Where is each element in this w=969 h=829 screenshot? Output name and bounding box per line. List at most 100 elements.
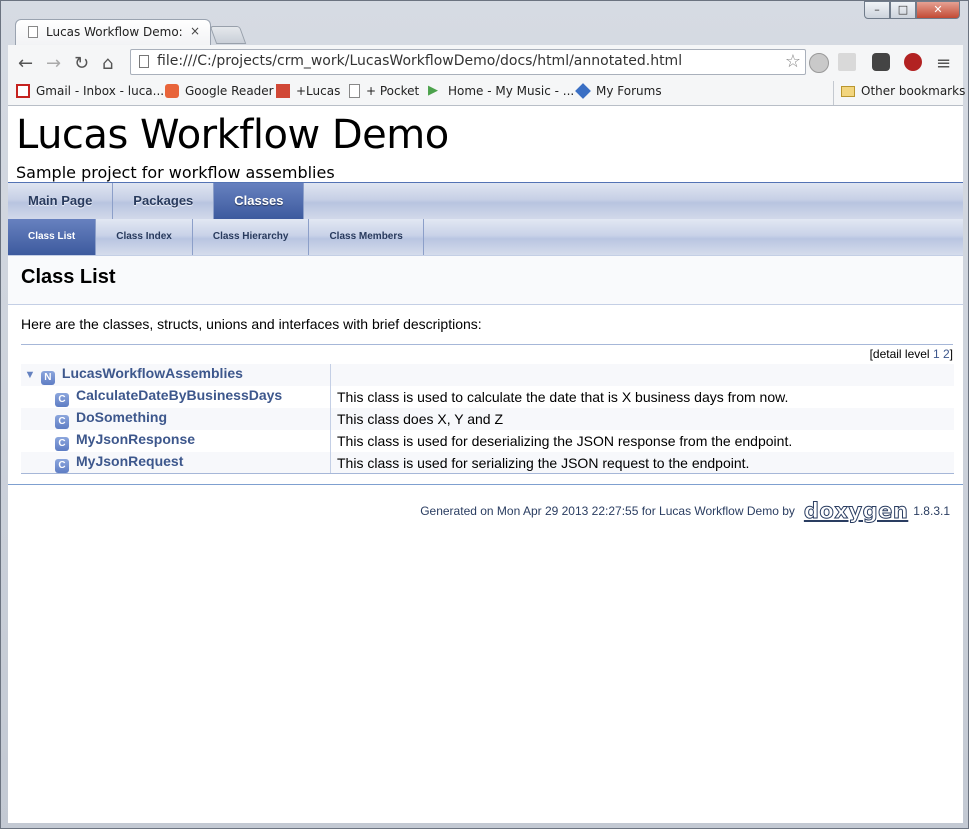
class-description: This class is used for serializing the J… — [330, 452, 954, 474]
doxygen-logo[interactable]: doxygen — [803, 499, 908, 524]
bookmark-label: Home - My Music - ... — [448, 84, 575, 98]
class-link[interactable]: MyJsonResponse — [76, 431, 195, 447]
class-description: This class is used for deserializing the… — [337, 433, 793, 449]
other-bookmarks-label: Other bookmarks — [861, 84, 966, 98]
class-description: This class does X, Y and Z — [330, 408, 954, 430]
bookmark-pocket[interactable]: + Pocket — [349, 84, 419, 98]
pocket-icon[interactable] — [872, 53, 890, 71]
bookmark-gmail[interactable]: Gmail - Inbox - luca... — [16, 84, 164, 98]
class-entry: C MyJsonResponse — [21, 430, 331, 452]
detail-level-2-link[interactable]: 2 — [943, 347, 950, 361]
gmail-icon — [16, 84, 30, 98]
tab-close-icon[interactable]: × — [190, 24, 200, 38]
reload-icon[interactable]: ↻ — [74, 53, 89, 74]
google-reader-icon — [165, 84, 179, 98]
class-entry: C DoSomething — [21, 408, 331, 430]
class-list-table: ▼ N LucasWorkflowAssemblies C CalculateDat… — [21, 364, 954, 474]
bookmarks-divider — [833, 81, 834, 105]
namespace-description — [330, 364, 954, 386]
bookmark-label: Gmail - Inbox - luca... — [36, 84, 165, 98]
folder-icon — [841, 85, 855, 97]
minimize-button[interactable]: – — [864, 1, 890, 19]
bookmark-plus-lucas[interactable]: +Lucas — [276, 84, 340, 98]
table-row: C CalculateDateByBusinessDays This class … — [21, 386, 954, 408]
class-link[interactable]: MyJsonRequest — [76, 453, 183, 469]
main-nav-tabs: Main Page Packages Classes — [8, 183, 963, 219]
page-icon — [349, 84, 360, 98]
bookmark-star-icon[interactable]: ☆ — [785, 51, 801, 72]
forward-arrow-icon[interactable]: → — [46, 53, 61, 74]
play-icon: ▶ — [428, 83, 438, 98]
class-description: This class is used to calculate the date… — [337, 389, 789, 405]
menu-icon[interactable]: ≡ — [936, 53, 951, 74]
bookmark-my-music[interactable]: ▶ Home - My Music - ... — [428, 83, 575, 99]
title-bar: Lucas Workflow Demo: Cl × – □ ✕ — [1, 1, 968, 45]
home-icon[interactable]: ⌂ — [102, 53, 113, 74]
directory-top-rule — [21, 344, 953, 345]
address-bar[interactable]: file:///C:/projects/crm_work/LucasWorkfl… — [130, 49, 806, 75]
namespace-link[interactable]: LucasWorkflowAssemblies — [62, 365, 243, 381]
page-title: Class List — [21, 266, 116, 288]
detail-level-1-link[interactable]: 1 — [933, 347, 940, 361]
bookmark-google-reader[interactable]: Google Reader — [165, 84, 274, 98]
close-window-button[interactable]: ✕ — [916, 1, 960, 19]
class-link[interactable]: DoSomething — [76, 409, 167, 425]
detail-level-label: [detail level — [869, 347, 933, 361]
collapse-arrow-icon[interactable]: ▼ — [23, 369, 37, 381]
page-icon — [139, 55, 149, 68]
detail-level-close: ] — [949, 347, 953, 361]
project-name: Lucas Workflow Demo — [16, 112, 449, 158]
class-icon: C — [55, 437, 69, 451]
bookmark-my-forums[interactable]: My Forums — [575, 83, 662, 99]
window-controls: – □ ✕ — [864, 1, 960, 21]
url-text[interactable]: file:///C:/projects/crm_work/LucasWorkfl… — [157, 53, 682, 69]
maximize-button[interactable]: □ — [890, 1, 916, 19]
footer-rule — [8, 484, 963, 485]
tab-class-index[interactable]: Class Index — [96, 219, 193, 255]
namespace-icon: N — [40, 371, 55, 385]
intro-text: Here are the classes, structs, unions an… — [21, 316, 482, 332]
generated-text: Generated on Mon Apr 29 2013 22:27:55 fo… — [420, 504, 795, 518]
bookmark-label: My Forums — [596, 84, 662, 98]
tab-class-hierarchy[interactable]: Class Hierarchy — [193, 219, 310, 255]
class-entry: C CalculateDateByBusinessDays — [21, 386, 331, 408]
tab-classes[interactable]: Classes — [214, 183, 305, 219]
detail-level: [detail level 1 2] — [870, 347, 953, 361]
new-tab-button[interactable] — [209, 26, 247, 44]
page-icon — [28, 26, 38, 38]
download-icon[interactable] — [838, 53, 856, 71]
page-content: Lucas Workflow Demo Sample project for w… — [8, 106, 963, 823]
doxygen-version: 1.8.3.1 — [913, 504, 950, 518]
other-bookmarks[interactable]: Other bookmarks — [841, 84, 965, 98]
project-brief: Sample project for workflow assemblies — [16, 163, 335, 182]
browser-tab[interactable]: Lucas Workflow Demo: Cl × — [15, 19, 211, 45]
class-entry: C MyJsonRequest — [21, 452, 331, 474]
table-row: C MyJsonRequest This class is used for se… — [21, 452, 954, 474]
directory-bottom-rule — [21, 473, 954, 474]
class-icon: C — [55, 415, 69, 429]
class-link[interactable]: CalculateDateByBusinessDays — [76, 387, 282, 403]
bookmark-label: +Lucas — [296, 84, 341, 98]
footer: Generated on Mon Apr 29 2013 22:27:55 fo… — [420, 499, 950, 524]
forums-icon — [575, 83, 591, 99]
tab-main-page[interactable]: Main Page — [8, 183, 114, 219]
tab-class-list[interactable]: Class List — [8, 219, 97, 255]
table-row: ▼ N LucasWorkflowAssemblies — [21, 364, 954, 386]
extension-chair-icon[interactable] — [904, 53, 922, 71]
google-plus-icon — [276, 84, 290, 98]
table-row: C MyJsonResponse This class is used for d… — [21, 430, 954, 452]
class-icon: C — [55, 393, 69, 407]
class-icon: C — [55, 459, 69, 473]
tab-title: Lucas Workflow Demo: Cl — [46, 25, 186, 39]
back-arrow-icon[interactable]: ← — [18, 53, 33, 74]
extension-icon[interactable] — [809, 53, 829, 73]
page-header: Class List — [8, 256, 963, 305]
browser-window: Lucas Workflow Demo: Cl × – □ ✕ ← → ↻ ⌂ … — [0, 0, 969, 829]
browser-toolbar: ← → ↻ ⌂ file:///C:/projects/crm_work/Luc… — [8, 45, 963, 81]
tab-packages[interactable]: Packages — [113, 183, 215, 219]
bookmark-label: Google Reader — [185, 84, 274, 98]
namespace-entry: ▼ N LucasWorkflowAssemblies — [21, 364, 331, 386]
bookmarks-bar: Gmail - Inbox - luca... Google Reader +L… — [8, 81, 965, 106]
bookmark-label: + Pocket — [366, 84, 420, 98]
tab-class-members[interactable]: Class Members — [309, 219, 424, 255]
